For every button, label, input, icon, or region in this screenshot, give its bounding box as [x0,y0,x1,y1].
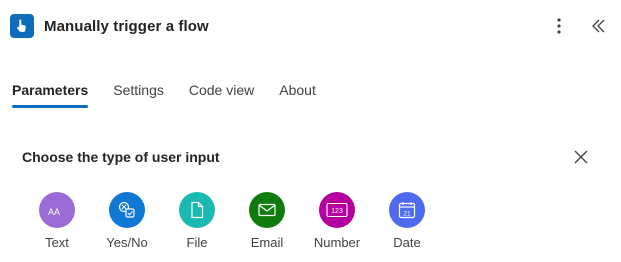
number-icon: 123 [319,192,355,228]
input-type-label: Yes/No [106,235,148,250]
input-type-list: AA Text Yes/No File Email 123 Number 21 … [27,192,447,250]
email-icon [249,192,285,228]
trigger-panel: Manually trigger a flow Parameters Setti… [0,0,621,262]
yes-no-icon [109,192,145,228]
tab-list: Parameters Settings Code view About [12,82,341,108]
collapse-panel-icon[interactable] [587,14,611,38]
file-icon [179,192,215,228]
input-type-label: Date [393,235,421,250]
input-type-text[interactable]: AA Text [27,192,87,250]
close-icon[interactable] [571,147,591,167]
input-type-date[interactable]: 21 Date [377,192,437,250]
calendar-icon: 21 [389,192,425,228]
input-type-label: Number [313,235,361,250]
input-type-number[interactable]: 123 Number [307,192,367,250]
hand-pointer-icon [10,14,34,38]
svg-text:123: 123 [331,208,343,215]
tab-code-view[interactable]: Code view [189,82,254,108]
input-type-email[interactable]: Email [237,192,297,250]
section-title: Choose the type of user input [22,149,220,165]
tab-parameters[interactable]: Parameters [12,82,89,108]
input-type-label: Email [250,235,284,250]
tab-about[interactable]: About [279,82,316,108]
input-type-label: File [186,235,208,250]
more-options-icon[interactable] [547,14,571,38]
text-icon: AA [39,192,75,228]
header-actions [547,12,611,40]
input-type-yes-no[interactable]: Yes/No [97,192,157,250]
page-title: Manually trigger a flow [44,17,209,35]
panel-header: Manually trigger a flow [10,12,611,40]
input-type-label: Text [45,235,69,250]
svg-text:AA: AA [48,207,60,217]
input-type-file[interactable]: File [167,192,227,250]
svg-text:21: 21 [403,210,411,217]
tab-settings[interactable]: Settings [113,82,164,108]
